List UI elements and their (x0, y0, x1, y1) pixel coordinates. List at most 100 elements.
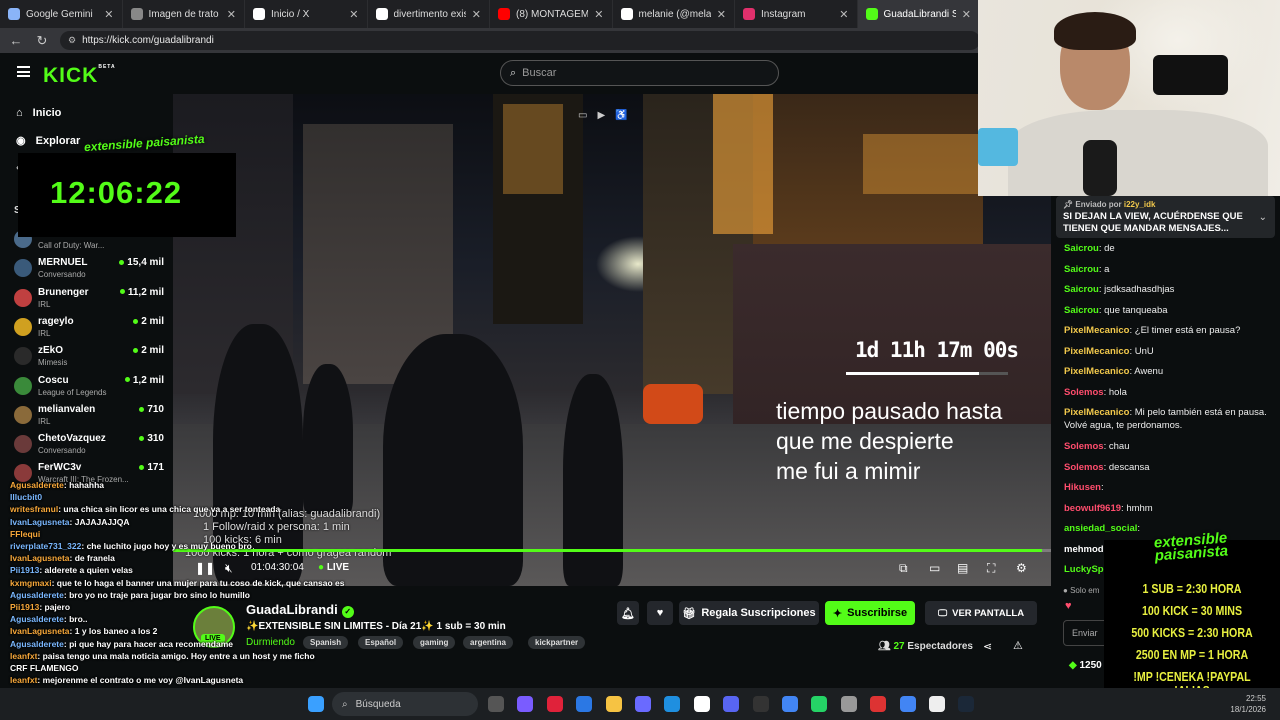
chat-username[interactable]: Solemos (1064, 441, 1104, 452)
settings-icon[interactable]: ⚙ (1016, 561, 1027, 575)
edge-icon[interactable] (664, 696, 681, 712)
stream-tag[interactable]: Spanish (303, 636, 349, 649)
chat-username[interactable]: ansiedad_social (1064, 523, 1137, 534)
close-icon[interactable]: ✕ (962, 8, 971, 21)
hamburger-menu-icon[interactable] (17, 66, 30, 77)
stream-tag[interactable]: argentina (463, 636, 514, 649)
layout-icon[interactable]: ▤ (957, 561, 968, 575)
sidebar-channel[interactable]: rageylo IRL 2 mil (14, 314, 164, 340)
browser-tab[interactable]: melanie (@melaniejhnn ✕ (613, 0, 735, 28)
emote-icon[interactable]: ♥ (1065, 600, 1072, 612)
browser-tab[interactable]: Google Gemini ✕ (0, 0, 123, 28)
stream-tag[interactable]: kickpartner (528, 636, 586, 649)
close-icon[interactable]: ✕ (227, 8, 236, 21)
gift-subscriptions-button[interactable]: 🎁︎ Regala Suscripciones (679, 601, 819, 625)
close-icon[interactable]: ✕ (839, 8, 848, 21)
chrome-icon[interactable] (899, 696, 916, 712)
close-icon[interactable]: ✕ (104, 8, 113, 21)
chat-message: PixelMecanico: Awenu (1064, 365, 1276, 378)
browser-tab[interactable]: Inicio / X ✕ (245, 0, 368, 28)
search-box[interactable]: ⌕ (500, 60, 779, 86)
site-settings-icon[interactable]: ⚙ (68, 35, 76, 46)
kick-logo[interactable]: KICKBETA (43, 64, 116, 88)
steam-icon[interactable] (958, 696, 975, 712)
video-player[interactable]: ▭ ▶ ♿ 1d 11h 17m 00s tiempo pausado hast… (173, 94, 1051, 586)
chrome-icon[interactable] (782, 696, 798, 712)
accessibility-icon[interactable]: ♿ (615, 110, 627, 121)
notifications-button[interactable]: 🔔︎ (617, 601, 639, 625)
subscribe-button[interactable]: ✦ Suscribirse (825, 601, 915, 625)
copilot-icon[interactable] (517, 696, 534, 712)
terminal-icon[interactable] (752, 696, 769, 712)
miniplayer-icon[interactable]: ⧉ (899, 561, 908, 576)
opera-icon[interactable] (546, 696, 563, 712)
chat-username[interactable]: PixelMecanico (1064, 325, 1129, 336)
sidebar-channel[interactable]: melianvalen IRL 710 (14, 402, 164, 428)
sidebar-item-explorar[interactable]: ◉ Explorar (16, 134, 80, 148)
sidebar-channel[interactable]: Coscu League of Legends 1,2 mil (14, 373, 164, 399)
start-icon[interactable] (308, 696, 324, 712)
pen-icon[interactable] (635, 696, 651, 712)
chat-icon[interactable] (929, 696, 945, 712)
pinned-message[interactable]: 📌︎ Enviado por i22y_idk SI DEJAN LA VIEW… (1056, 196, 1275, 238)
stream-tag[interactable]: Español (358, 636, 404, 649)
sidebar-channel[interactable]: ChetoVazquez Conversando 310 (14, 431, 164, 457)
chat-username[interactable]: PixelMecanico (1064, 407, 1129, 418)
playback-progress-bar[interactable] (173, 549, 1051, 552)
close-icon[interactable]: ✕ (594, 8, 603, 21)
chat-username[interactable]: Saicrou (1064, 284, 1099, 295)
report-icon[interactable]: ⚠ (1013, 639, 1023, 652)
stream-category[interactable]: Durmiendo (246, 637, 295, 648)
streamer-name[interactable]: GuadaLibrandi ✓ (246, 602, 354, 618)
url-field[interactable]: ⚙ https://kick.com/guadalibrandi (60, 31, 980, 50)
browser-tab[interactable]: GuadaLibrandi Stre ✕ (857, 0, 980, 28)
pause-icon[interactable]: ❚❚ (195, 561, 215, 575)
github-icon[interactable] (693, 696, 710, 712)
discord-icon[interactable] (723, 696, 740, 712)
chat-username[interactable]: Solemos (1064, 387, 1104, 398)
chat-username[interactable]: Hikusen (1064, 482, 1101, 493)
follow-button[interactable]: ♥ (647, 601, 673, 625)
volume-muted-icon[interactable]: 🔇︎ (225, 561, 233, 576)
live-indicator[interactable]: ● LIVE (318, 562, 349, 573)
view-screen-button[interactable]: 🖵︎ VER PANTALLA (925, 601, 1037, 625)
chat-username[interactable]: Saicrou (1064, 243, 1099, 254)
fullscreen-icon[interactable]: ⛶ (987, 561, 995, 576)
chat-username[interactable]: Solemos (1064, 462, 1104, 473)
search-input[interactable] (522, 67, 763, 79)
whatsapp-icon[interactable] (811, 696, 828, 712)
stream-tag[interactable]: gaming (413, 636, 456, 649)
close-icon[interactable]: ✕ (717, 8, 726, 21)
explorer-icon[interactable] (605, 696, 622, 712)
browser-tab[interactable]: Imagen de trato ✕ (123, 0, 245, 28)
clip-icon[interactable]: ▶ (597, 110, 605, 121)
browser-tab[interactable]: (8) MONTAGEM XONAD ✕ (490, 0, 613, 28)
taskbar-search[interactable]: ⌕ Búsqueda (332, 692, 478, 716)
sidebar-channel[interactable]: zEkO Mimesis 2 mil (14, 343, 164, 369)
chat-username[interactable]: PixelMecanico (1064, 346, 1129, 357)
task-view-icon[interactable] (488, 696, 504, 712)
chat-username[interactable]: mehmode (1064, 544, 1109, 555)
sidebar-channel[interactable]: Brunenger IRL 11,2 mil (14, 285, 164, 311)
close-icon[interactable]: ✕ (349, 8, 358, 21)
chat-username[interactable]: LuckySpi (1064, 564, 1106, 575)
back-icon[interactable]: ← (8, 33, 24, 48)
channel-points[interactable]: ◆ 1250 (1069, 660, 1102, 671)
pip-icon[interactable]: ▭ (578, 110, 587, 121)
chat-username[interactable]: PixelMecanico (1064, 366, 1129, 377)
theater-mode-icon[interactable]: ▭ (929, 561, 940, 575)
chat-username[interactable]: Saicrou (1064, 264, 1099, 275)
reload-icon[interactable]: ↻ (34, 33, 50, 49)
expand-pinned-icon[interactable]: ⌄ (1259, 212, 1267, 223)
chat-username[interactable]: Saicrou (1064, 305, 1099, 316)
browser-tab[interactable]: Instagram ✕ (735, 0, 858, 28)
app-icon[interactable] (870, 696, 887, 712)
settings-icon[interactable] (840, 696, 857, 712)
close-icon[interactable]: ✕ (472, 8, 481, 21)
browser-tab[interactable]: divertimento existe - Bu ✕ (368, 0, 490, 28)
store-icon[interactable] (576, 696, 593, 712)
chat-username[interactable]: beowulf9619 (1064, 503, 1121, 514)
sidebar-item-inicio[interactable]: ⌂ Inicio (16, 107, 61, 119)
share-icon[interactable]: ⋖ (983, 640, 992, 653)
sidebar-channel[interactable]: MERNUEL Conversando 15,4 mil (14, 255, 164, 281)
